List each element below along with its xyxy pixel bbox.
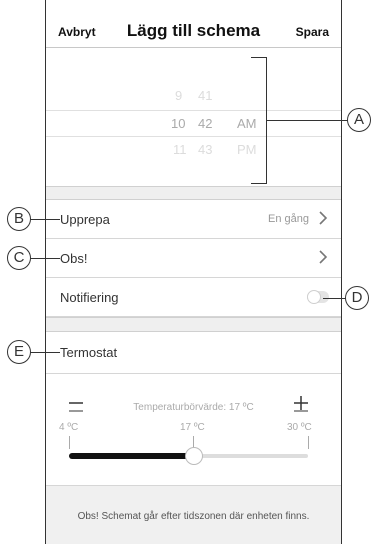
time-picker[interactable]: 9 41 10 42 AM 11 43 PM xyxy=(46,48,341,186)
picker-hour-selected[interactable]: 10 xyxy=(171,116,185,131)
callout-e-line xyxy=(30,352,60,353)
callout-e: E xyxy=(7,340,31,364)
temperature-slider-thumb[interactable] xyxy=(185,447,203,465)
picker-period-selected[interactable]: AM xyxy=(237,116,257,131)
phone-screen: Avbryt Lägg till schema Spara 9 41 10 42… xyxy=(45,0,342,544)
temperature-slider-fill xyxy=(69,453,194,459)
picker-divider-top xyxy=(46,110,341,111)
picker-divider-bottom xyxy=(46,136,341,137)
note-label: Obs! xyxy=(60,251,88,266)
callout-c-line xyxy=(30,258,60,259)
current-temp-label: 17 ºC xyxy=(180,422,205,433)
header-bar: Avbryt Lägg till schema Spara xyxy=(46,0,341,48)
picker-minute-above: 41 xyxy=(198,88,213,103)
footer-note-area: Obs! Schemat går efter tidszonen där enh… xyxy=(46,486,341,544)
notification-toggle[interactable] xyxy=(307,290,329,304)
chevron-right-icon xyxy=(319,211,328,225)
increase-button[interactable] xyxy=(291,396,311,412)
note-row[interactable]: Obs! xyxy=(46,239,341,278)
repeat-value: En gång xyxy=(268,213,309,225)
section-gap xyxy=(46,186,341,200)
callout-d-line xyxy=(323,298,346,299)
chevron-right-icon xyxy=(319,250,328,264)
picker-hour-above: 9 xyxy=(175,88,183,103)
callout-c: C xyxy=(7,246,31,270)
picker-minute-below: 43 xyxy=(198,142,213,157)
thermostat-label: Termostat xyxy=(60,345,118,360)
thermostat-row: Termostat xyxy=(46,332,341,374)
notification-label: Notifiering xyxy=(60,290,119,305)
plus-icon xyxy=(294,396,308,412)
timezone-note: Obs! Schemat går efter tidszonen där enh… xyxy=(77,511,310,522)
notification-row: Notifiering xyxy=(46,278,341,317)
thermostat-control: Temperaturbörvärde: 17 ºC 4 ºC 17 ºC 30 … xyxy=(46,374,341,486)
toggle-knob xyxy=(307,290,321,304)
callout-d: D xyxy=(345,286,369,310)
min-tick xyxy=(69,436,70,449)
callout-b: B xyxy=(7,207,31,231)
max-temp-label: 30 ºC xyxy=(287,422,312,433)
picker-hour-below: 11 xyxy=(173,142,187,157)
repeat-row[interactable]: Upprepa En gång xyxy=(46,200,341,239)
picker-period-below: PM xyxy=(237,142,257,157)
repeat-label: Upprepa xyxy=(60,212,110,227)
callout-a: A xyxy=(347,108,371,132)
min-temp-label: 4 ºC xyxy=(59,422,79,433)
picker-minute-selected[interactable]: 42 xyxy=(198,116,212,131)
section-gap xyxy=(46,317,341,332)
callout-b-line xyxy=(30,219,60,220)
max-tick xyxy=(308,436,309,449)
save-button[interactable]: Spara xyxy=(296,25,329,39)
